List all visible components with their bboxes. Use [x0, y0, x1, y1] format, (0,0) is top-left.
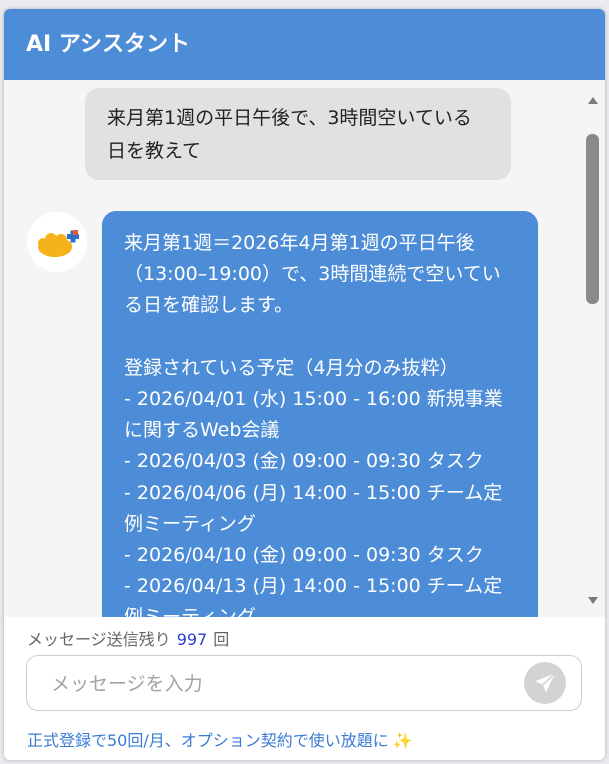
message-list[interactable]: 来月第1週の平日午後で、3時間空いている日を教えて 来月第1週＝2026年4月第…: [4, 80, 605, 617]
scroll-thumb[interactable]: [586, 134, 599, 304]
remaining-label: メッセージ送信残り: [27, 630, 171, 649]
remaining-unit: 回: [213, 630, 230, 649]
assistant-logo-icon: [38, 230, 79, 257]
chat-header: AI アシスタント: [4, 9, 605, 80]
send-button[interactable]: [524, 662, 566, 704]
assistant-avatar: [27, 212, 87, 272]
upgrade-link-text: 正式登録で50回/月、オプション契約で使い放題に: [27, 731, 389, 750]
sparkle-icon: ✨: [392, 731, 413, 750]
remaining-messages: メッセージ送信残り 997 回: [27, 626, 229, 650]
user-message: 来月第1週の平日午後で、3時間空いている日を教えて: [85, 88, 511, 180]
send-icon: [535, 672, 556, 693]
chat-scrollbar[interactable]: [584, 89, 601, 614]
remaining-count: 997: [176, 630, 208, 649]
upgrade-link[interactable]: 正式登録で50回/月、オプション契約で使い放題に ✨: [27, 727, 413, 751]
message-input[interactable]: [49, 656, 523, 712]
chat-panel: AI アシスタント 来月第1週の平日午後で、3時間空いている日を教えて 来月第1…: [4, 9, 605, 760]
scroll-up-icon[interactable]: [588, 97, 598, 104]
scroll-down-icon[interactable]: [588, 597, 598, 604]
chat-title: AI アシスタント: [26, 32, 190, 57]
message-input-box[interactable]: [26, 655, 582, 712]
assistant-message: 来月第1週＝2026年4月第1週の平日午後（13:00–19:00）で、3時間連…: [102, 211, 538, 617]
